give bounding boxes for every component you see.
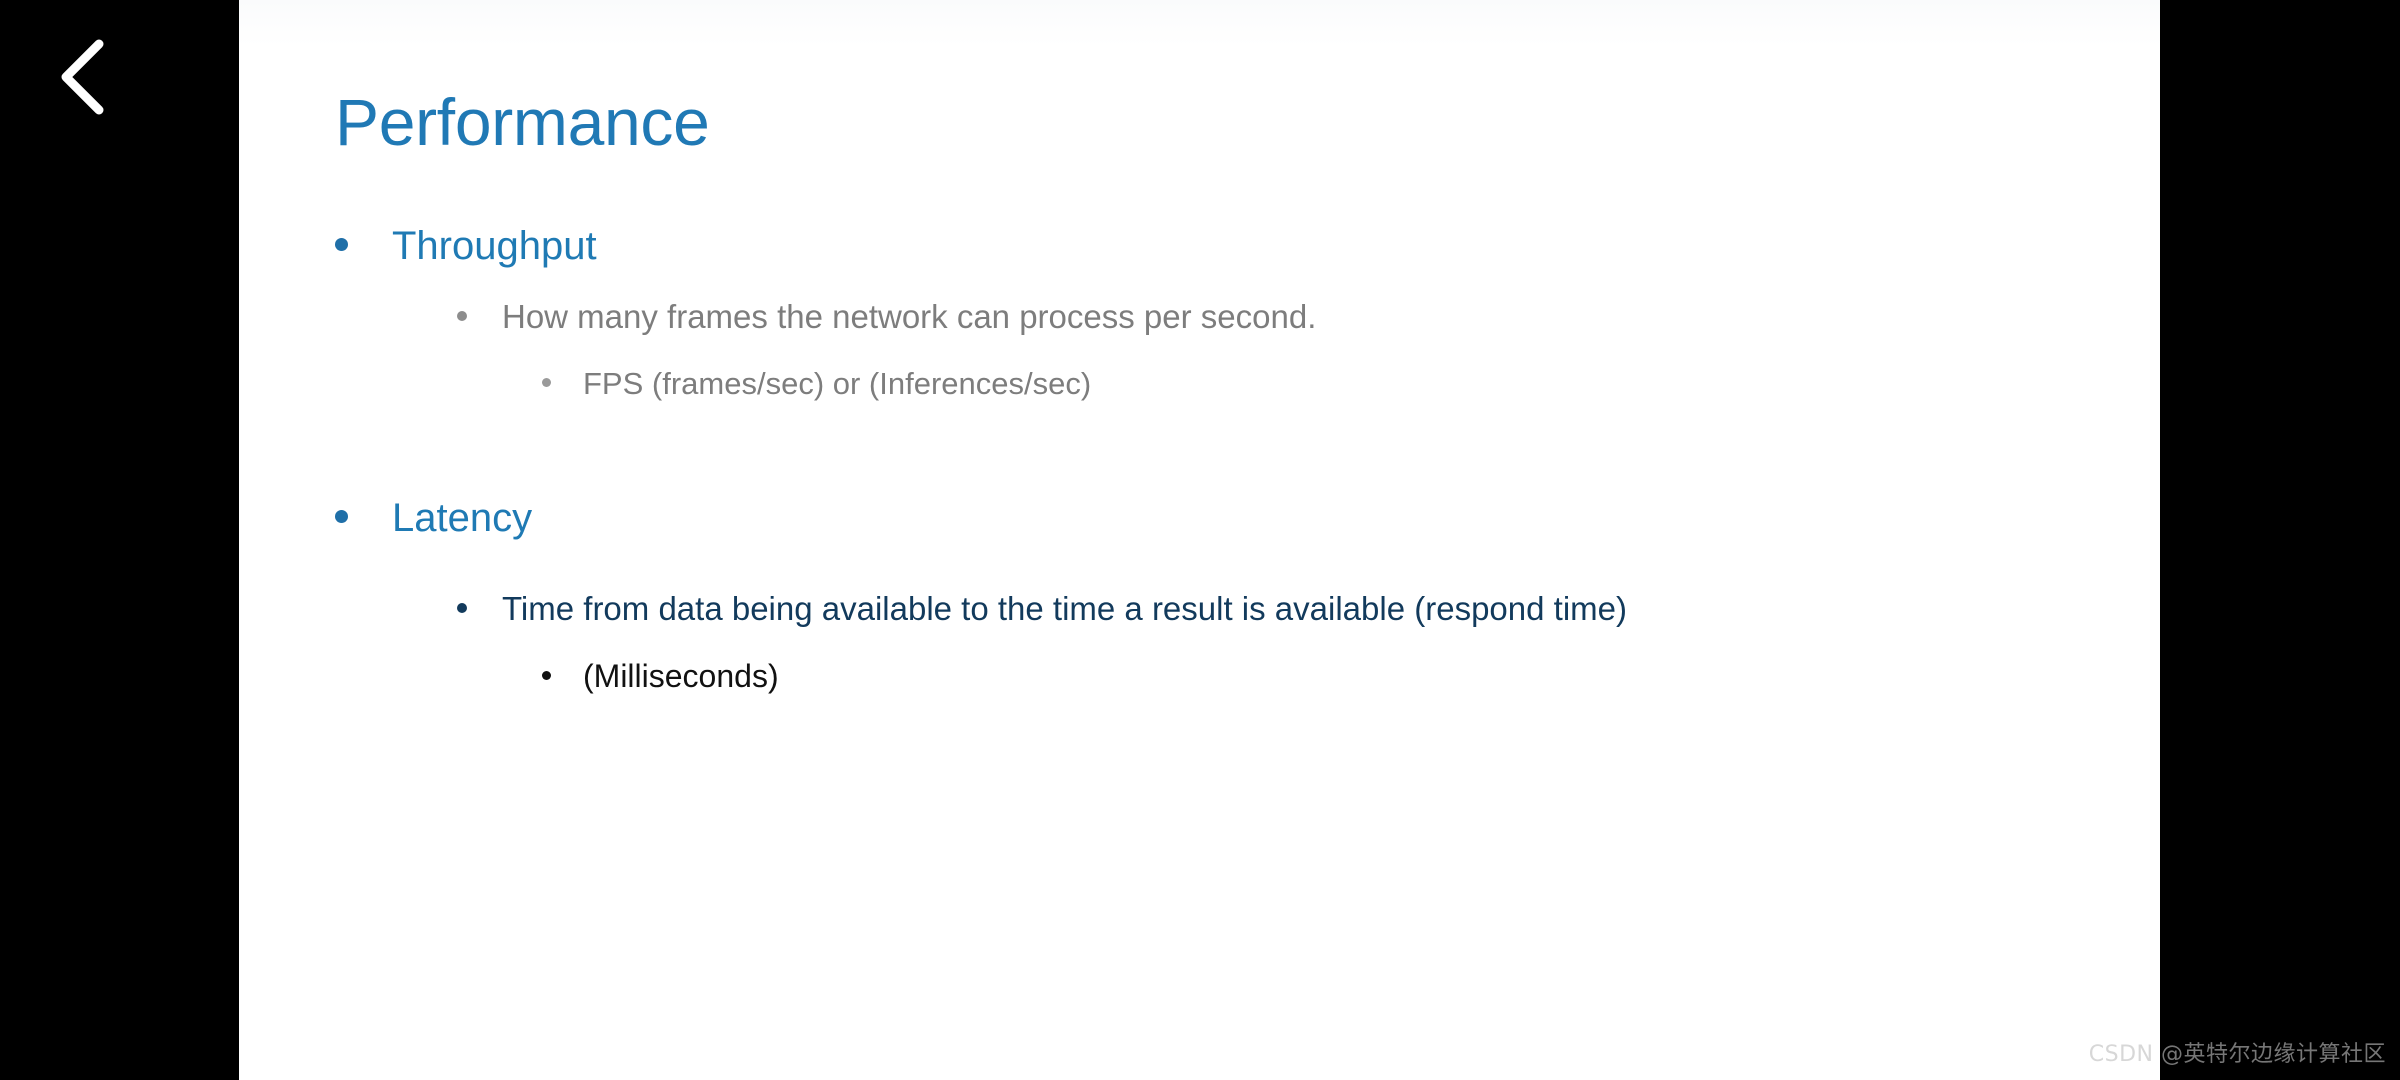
chevron-left-icon [54, 38, 112, 116]
bullet-item-latency-units: (Milliseconds) [542, 660, 2160, 726]
slide-viewer: Performance Throughput How many frames t… [0, 0, 2400, 1080]
slide-title: Performance [335, 85, 710, 159]
bullet-item-throughput: Throughput [335, 226, 2160, 300]
bullet-item-throughput-units: FPS (frames/sec) or (Inferences/sec) [542, 368, 2160, 434]
bullet-marker-icon [542, 671, 551, 680]
back-button[interactable] [28, 22, 138, 132]
bullet-marker-icon [335, 510, 348, 523]
slide-content: Performance Throughput How many frames t… [239, 0, 2160, 1080]
bullet-marker-icon [457, 603, 467, 613]
bullet-item-latency-definition: Time from data being available to the ti… [457, 592, 2160, 660]
bullet-label: FPS (frames/sec) or (Inferences/sec) [583, 366, 1092, 401]
bullet-marker-icon [457, 311, 467, 321]
bullet-item-throughput-definition: How many frames the network can process … [457, 300, 2160, 368]
bullet-list: Throughput How many frames the network c… [239, 226, 2160, 726]
bullet-item-latency: Latency [335, 498, 2160, 572]
bullet-marker-icon [335, 238, 348, 251]
bullet-label: (Milliseconds) [583, 658, 779, 694]
slide-surface[interactable]: Performance Throughput How many frames t… [239, 0, 2160, 1080]
bullet-marker-icon [542, 378, 551, 387]
bullet-label: How many frames the network can process … [502, 298, 1317, 335]
bullet-label: Latency [392, 496, 533, 540]
bullet-label: Throughput [392, 224, 597, 268]
bullet-label: Time from data being available to the ti… [502, 590, 1627, 627]
